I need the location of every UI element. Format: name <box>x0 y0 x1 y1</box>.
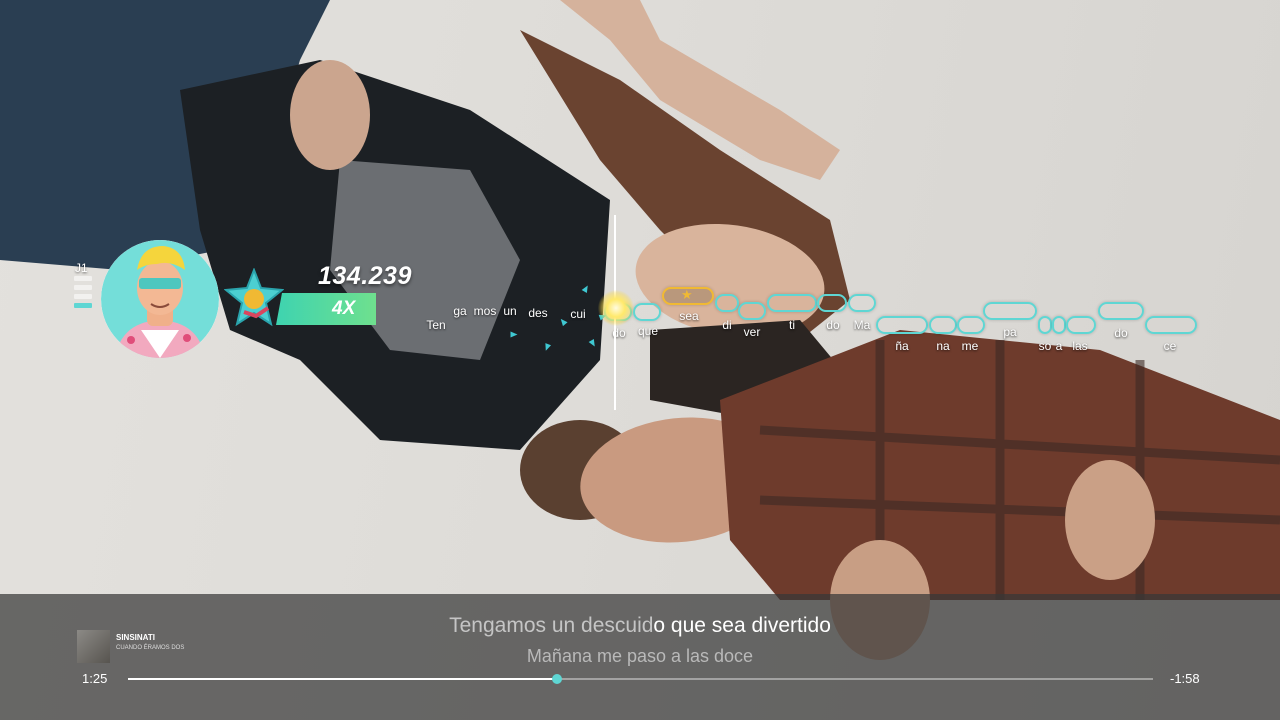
lyric-syllable: ña <box>895 339 909 353</box>
remaining-time: -1:58 <box>1170 671 1200 686</box>
star-badge-icon <box>223 267 285 335</box>
next-lyric-line: Mañana me paso a las doce <box>526 646 754 666</box>
lyric-syllable: do <box>826 318 840 332</box>
lyric-syllable: me <box>961 339 979 353</box>
lyric-upcoming-part: o que sea divertido <box>653 614 831 637</box>
lyric-syllable: pa <box>1003 325 1017 339</box>
pitch-note <box>983 302 1037 320</box>
lyric-syllable: mos <box>473 304 497 318</box>
mic-level-bar <box>74 303 92 308</box>
lyric-syllable: so <box>1038 339 1052 353</box>
lyric-syllable: do <box>1114 326 1128 340</box>
pitch-note <box>929 316 957 334</box>
multiplier-bar <box>276 293 376 325</box>
star-icon: ★ <box>681 287 693 302</box>
lyric-syllable: Ma <box>853 318 871 332</box>
lyric-syllable: des <box>528 306 548 320</box>
pitch-note <box>957 316 985 334</box>
mic-level-bar <box>74 276 92 281</box>
mic-level-meter <box>74 276 92 312</box>
pitch-note <box>715 294 739 312</box>
progress-knob <box>551 674 562 684</box>
lyric-sung-part: Tengamos un descuid <box>449 614 654 637</box>
lyric-syllable: un <box>503 304 517 318</box>
pitch-note <box>1066 316 1096 334</box>
lyric-syllable: ver <box>743 325 761 339</box>
lyric-syllable: ti <box>789 318 795 332</box>
character-avatar-icon <box>101 240 219 358</box>
progress-track <box>128 674 1153 684</box>
pitch-note <box>767 294 817 312</box>
progress-fill <box>128 678 557 680</box>
sparkle-icon <box>510 331 518 338</box>
pitch-cursor-icon <box>598 290 634 326</box>
pitch-note <box>633 303 661 321</box>
pitch-note <box>1098 302 1144 320</box>
lyric-syllable: sea <box>679 309 699 323</box>
mic-level-bar <box>74 285 92 290</box>
multiplier-value: 4X <box>332 298 356 319</box>
pitch-note <box>817 294 847 312</box>
pitch-note <box>1052 316 1066 334</box>
mic-level-bar <box>74 294 92 299</box>
lyric-syllable: na <box>936 339 950 353</box>
lyric-syllable: que <box>637 324 659 338</box>
lyric-syllable: las <box>1072 339 1088 353</box>
lyric-syllable: Ten <box>426 318 446 332</box>
player-label: J1 <box>75 261 88 275</box>
pitch-note <box>1038 316 1052 334</box>
pitch-note <box>876 316 928 334</box>
golden-note: ★ <box>662 287 714 305</box>
lyric-syllable: ga <box>453 304 467 318</box>
player-avatar <box>101 240 219 358</box>
lyric-syllable: di <box>722 318 732 332</box>
pitch-note <box>738 302 766 320</box>
current-lyric-line: Tengamos un descuido que sea divertido <box>0 614 1280 638</box>
lyric-syllable: cui <box>570 307 586 321</box>
elapsed-time: 1:25 <box>82 671 108 686</box>
pitch-note <box>848 294 876 312</box>
score-value: 134.239 <box>318 262 412 290</box>
pitch-note <box>1145 316 1197 334</box>
lyric-syllable: a <box>1055 339 1063 353</box>
lyric-syllable: ce <box>1163 339 1177 353</box>
